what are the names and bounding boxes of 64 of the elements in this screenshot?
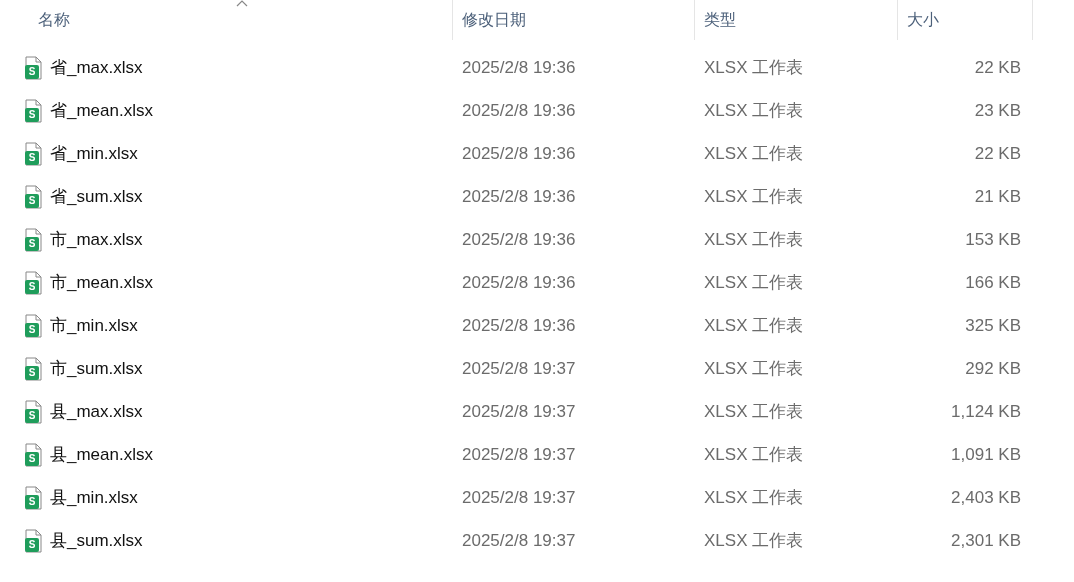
file-name[interactable]: 市_min.xlsx	[50, 314, 138, 337]
file-size: 1,124 KB	[950, 401, 1022, 422]
file-size: 325 KB	[964, 315, 1022, 336]
file-size: 22 KB	[973, 143, 1022, 164]
file-name[interactable]: 县_mean.xlsx	[50, 443, 153, 466]
spreadsheet-file-icon: S	[23, 313, 43, 338]
file-size: 22 KB	[973, 57, 1022, 78]
file-name[interactable]: 市_max.xlsx	[50, 228, 143, 251]
column-header[interactable]: 名称	[0, 0, 453, 40]
spreadsheet-file-icon: S	[23, 98, 43, 123]
spreadsheet-file-icon: S	[23, 270, 43, 295]
file-type: XLSX 工作表	[703, 57, 805, 79]
file-name[interactable]: 省_max.xlsx	[50, 56, 143, 79]
file-size: 292 KB	[964, 358, 1022, 379]
file-type: XLSX 工作表	[703, 358, 805, 380]
modified-date: 2025/2/8 19:36	[461, 186, 577, 207]
file-name[interactable]: 市_sum.xlsx	[50, 357, 143, 380]
file-size: 166 KB	[964, 272, 1022, 293]
spreadsheet-file-icon: S	[23, 141, 43, 166]
file-size: 23 KB	[973, 100, 1022, 121]
file-size: 21 KB	[973, 186, 1022, 207]
file-type: XLSX 工作表	[703, 315, 805, 337]
file-name[interactable]: 县_sum.xlsx	[50, 529, 143, 552]
modified-date: 2025/2/8 19:37	[461, 401, 577, 422]
modified-date: 2025/2/8 19:36	[461, 100, 577, 121]
file-size: 153 KB	[964, 229, 1022, 250]
column-header[interactable]: 修改日期	[453, 0, 695, 40]
column-header[interactable]: 大小	[898, 0, 1033, 40]
file-type: XLSX 工作表	[703, 186, 805, 208]
file-name[interactable]: 市_mean.xlsx	[50, 271, 153, 294]
file-name[interactable]: 省_sum.xlsx	[50, 185, 143, 208]
spreadsheet-file-icon: S	[23, 442, 43, 467]
file-type: XLSX 工作表	[703, 487, 805, 509]
spreadsheet-file-icon: S	[23, 184, 43, 209]
file-size: 2,403 KB	[950, 487, 1022, 508]
file-name[interactable]: 省_mean.xlsx	[50, 99, 153, 122]
spreadsheet-file-icon: S	[23, 356, 43, 381]
file-size: 2,301 KB	[950, 530, 1022, 551]
modified-date: 2025/2/8 19:36	[461, 229, 577, 250]
modified-date: 2025/2/8 19:37	[461, 530, 577, 551]
modified-date: 2025/2/8 19:36	[461, 315, 577, 336]
spreadsheet-file-icon: S	[23, 399, 43, 424]
file-type: XLSX 工作表	[703, 401, 805, 423]
spreadsheet-file-icon: S	[23, 528, 43, 553]
file-name[interactable]: 县_min.xlsx	[50, 486, 138, 509]
modified-date: 2025/2/8 19:37	[461, 358, 577, 379]
file-type: XLSX 工作表	[703, 530, 805, 552]
file-type: XLSX 工作表	[703, 272, 805, 294]
modified-date: 2025/2/8 19:36	[461, 272, 577, 293]
spreadsheet-file-icon: S	[23, 227, 43, 252]
file-size: 1,091 KB	[950, 444, 1022, 465]
file-type: XLSX 工作表	[703, 444, 805, 466]
modified-date: 2025/2/8 19:36	[461, 143, 577, 164]
file-type: XLSX 工作表	[703, 100, 805, 122]
modified-date: 2025/2/8 19:37	[461, 487, 577, 508]
modified-date: 2025/2/8 19:36	[461, 57, 577, 78]
file-name[interactable]: 省_min.xlsx	[50, 142, 138, 165]
column-header[interactable]: 类型	[695, 0, 898, 40]
file-name[interactable]: 县_max.xlsx	[50, 400, 143, 423]
file-type: XLSX 工作表	[703, 229, 805, 251]
modified-date: 2025/2/8 19:37	[461, 444, 577, 465]
spreadsheet-file-icon: S	[23, 485, 43, 510]
spreadsheet-file-icon: S	[23, 55, 43, 80]
file-type: XLSX 工作表	[703, 143, 805, 165]
